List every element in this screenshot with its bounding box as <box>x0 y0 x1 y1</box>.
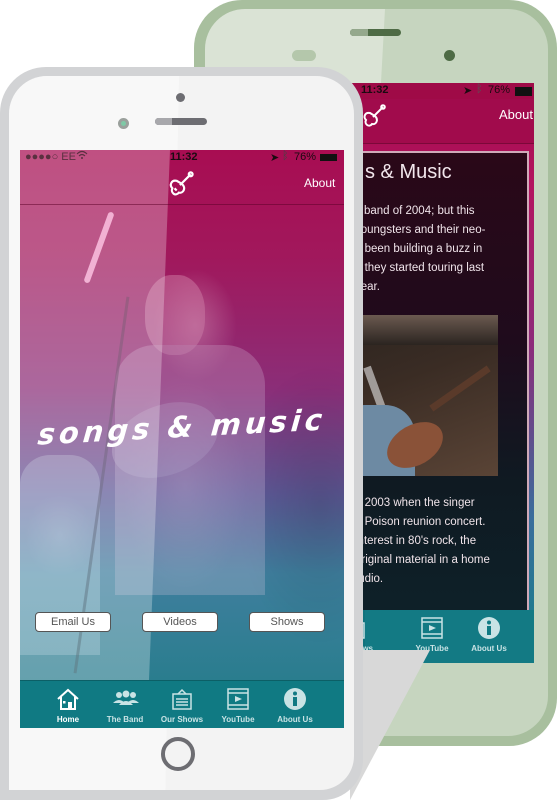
tab-label: Home <box>56 715 80 724</box>
tab-home[interactable]: Home <box>38 685 98 727</box>
ukulele-neck <box>429 365 491 412</box>
back-tab-label: About Us <box>471 644 507 653</box>
back-phone-speaker-highlight <box>350 29 368 36</box>
back-phone-screen: 11:32 ➤ ᛒ 76% About s & Music k band of … <box>335 83 534 663</box>
back-tab-youtube[interactable]: YouTube <box>402 614 462 656</box>
text-line: youngsters and their neo- <box>355 224 486 236</box>
guitar-icon[interactable] <box>361 103 387 129</box>
back-status-time: 11:32 <box>361 84 389 96</box>
battery-icon <box>515 87 532 96</box>
guitar-icon[interactable] <box>167 170 195 198</box>
battery-icon <box>320 154 337 161</box>
bluetooth-icon: ᛒ <box>476 83 483 95</box>
video-icon <box>421 617 443 639</box>
back-tab-about-us[interactable]: About Us <box>459 614 519 656</box>
back-phone-sensor <box>292 50 316 61</box>
carrier-signal: ●●●●○ EE <box>25 151 76 163</box>
back-status-battery-percent: 76% <box>488 84 511 96</box>
info-icon <box>284 688 306 710</box>
home-icon <box>57 688 79 710</box>
bluetooth-icon: ᛒ <box>282 150 289 162</box>
location-arrow-icon: ➤ <box>270 152 280 164</box>
text-line: interest in 80's rock, the <box>355 535 477 547</box>
info-icon <box>478 617 500 639</box>
wifi-icon <box>76 150 88 163</box>
front-phone-sensor <box>118 118 129 129</box>
calendar-icon <box>172 688 192 710</box>
home-button[interactable] <box>161 737 195 771</box>
location-arrow-icon: ➤ <box>463 85 473 97</box>
band-icon <box>113 690 139 705</box>
text-line: e been building a buzz in <box>355 243 483 255</box>
text-line: original material in a home <box>355 554 490 566</box>
text-line: k band of 2004; but this <box>355 205 475 217</box>
tab-the-band[interactable]: The Band <box>95 685 155 727</box>
tab-our-shows[interactable]: Our Shows <box>152 685 212 727</box>
status-bar: ●●●●○ EE 11:32 ➤ ᛒ 76% <box>20 150 344 166</box>
text-line: e they started touring last <box>355 262 485 274</box>
email-us-button[interactable]: Email Us <box>35 612 111 632</box>
tab-label: About Us <box>277 715 313 724</box>
back-nav-bar: About <box>335 99 534 144</box>
back-page-title: s & Music <box>365 161 452 183</box>
about-link[interactable]: About <box>304 176 335 190</box>
tab-label: YouTube <box>221 715 255 724</box>
status-time: 11:32 <box>170 151 198 163</box>
text-line: a Poison reunion concert. <box>355 516 486 528</box>
back-about-link[interactable]: About <box>499 107 533 122</box>
tab-label: The Band <box>106 715 144 724</box>
front-phone-camera <box>176 93 185 102</box>
front-phone-speaker-highlight <box>155 118 172 125</box>
shows-button[interactable]: Shows <box>249 612 325 632</box>
tab-bar: Home The Band Our Shows YouTube About Us <box>20 680 344 728</box>
tab-about-us[interactable]: About Us <box>265 685 325 727</box>
back-phone-camera <box>444 50 455 61</box>
tab-youtube[interactable]: YouTube <box>208 685 268 727</box>
videos-button[interactable]: Videos <box>142 612 218 632</box>
tab-label: Our Shows <box>160 715 204 724</box>
nav-bar: About <box>20 166 344 205</box>
status-battery-percent: 76% <box>294 151 317 163</box>
front-phone-screen: ●●●●○ EE 11:32 ➤ ᛒ 76% About songs & mus… <box>20 150 344 728</box>
text-line: n 2003 when the singer <box>355 497 475 509</box>
back-status-bar: 11:32 ➤ ᛒ 76% <box>335 83 534 99</box>
video-icon <box>227 688 249 710</box>
